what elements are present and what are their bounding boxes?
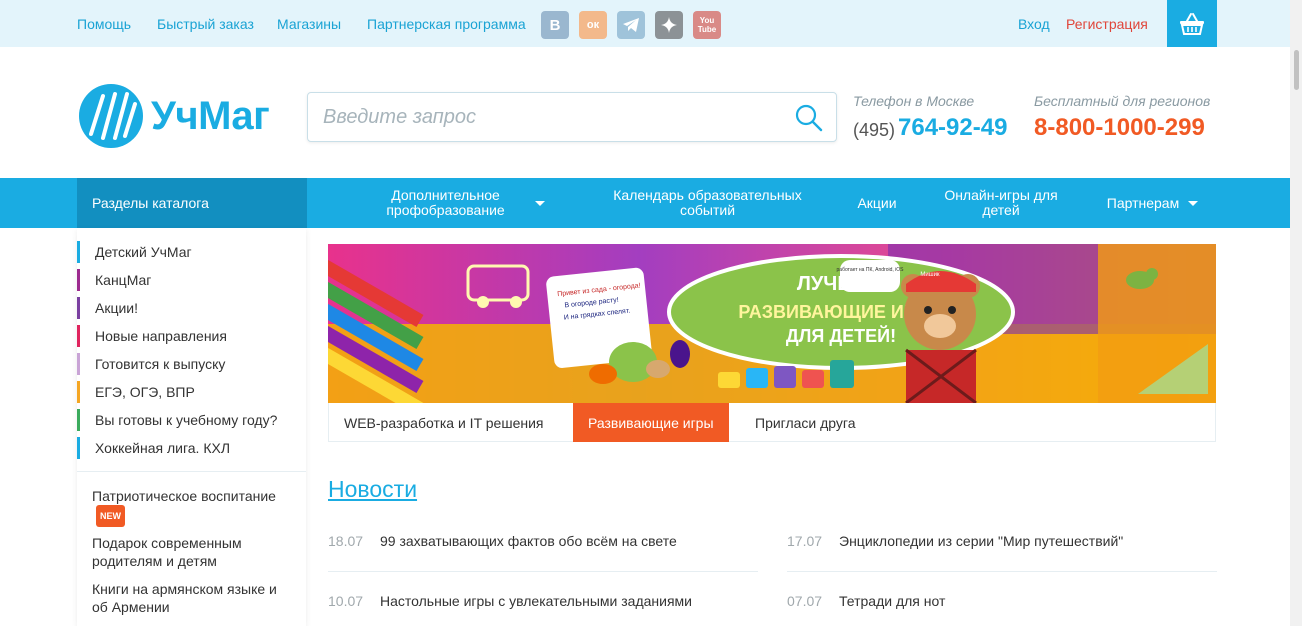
promo-banner[interactable]: Привет из сада - огорода! В огороде раст… — [328, 244, 1216, 403]
chevron-down-icon — [534, 200, 545, 206]
nav-item-label: Дополнительное профобразование — [386, 187, 505, 218]
news-text[interactable]: 99 захватывающих фактов обо всём на свет… — [380, 533, 677, 549]
help-link[interactable]: Помощь — [77, 16, 131, 32]
sidebar-divider — [77, 471, 306, 472]
sidebar-item-patriotic[interactable]: Патриотическое воспитаниеNEW — [92, 487, 292, 527]
youtube-icon[interactable]: You Tube — [693, 11, 721, 39]
sidebar-item-kids[interactable]: Детский УчМаг — [77, 241, 306, 263]
nav-item-label: Календарь образовательных событий — [613, 187, 802, 218]
odnoklassniki-icon[interactable]: ок — [579, 11, 607, 39]
bear-cap-text: Мишик — [920, 272, 940, 278]
login-link[interactable]: Вход — [1018, 16, 1050, 32]
cart-button[interactable] — [1167, 0, 1217, 47]
sidebar-item-kancmag[interactable]: КанцМаг — [77, 269, 306, 291]
sidebar-item-armenian[interactable]: Книги на армянском языке и об Армении — [92, 580, 292, 616]
news-divider — [787, 571, 1217, 572]
news-text[interactable]: Тетради для нот — [839, 593, 945, 609]
sidebar-item-school-year[interactable]: Вы готовы к учебному году? — [77, 409, 306, 431]
news-text[interactable]: Энциклопедии из серии "Мир путешествий" — [839, 533, 1123, 549]
site-logo[interactable]: УчМаг — [77, 82, 270, 150]
stores-link[interactable]: Магазины — [277, 16, 341, 32]
sidebar-item-promotions[interactable]: Акции! — [77, 297, 306, 319]
sidebar-item-khl[interactable]: Хоккейная лига. КХЛ — [77, 437, 306, 459]
nav-item-partners[interactable]: Партнерам — [1095, 178, 1210, 228]
tab-educational-games[interactable]: Развивающие игры — [573, 403, 729, 442]
moscow-phone-label: Телефон в Москве — [853, 93, 975, 109]
telegram-icon[interactable] — [617, 11, 645, 39]
catalog-sidebar: Детский УчМаг КанцМаг Акции! Новые напра… — [77, 228, 306, 626]
nav-item-calendar[interactable]: Календарь образовательных событий — [595, 178, 820, 228]
scrollbar-thumb[interactable] — [1294, 50, 1299, 90]
nav-item-label: Партнерам — [1106, 194, 1180, 211]
search-icon[interactable] — [794, 103, 824, 133]
tab-web-development[interactable]: WEB-разработка и IT решения — [329, 403, 559, 442]
moscow-phone-code: (495) — [853, 120, 896, 140]
nav-item-promotions[interactable]: Акции — [845, 178, 909, 228]
new-badge: NEW — [96, 505, 125, 527]
sidebar-item-gift[interactable]: Подарок современным родителям и детям — [92, 534, 292, 570]
search-box[interactable]: Введите запрос — [307, 92, 837, 142]
banner-headline-3: ДЛЯ ДЕТЕЙ! — [786, 325, 896, 346]
nav-item-online-games[interactable]: Онлайн-игры для детей — [930, 178, 1072, 228]
page-scrollbar[interactable] — [1290, 0, 1302, 626]
sidebar-item-label: Патриотическое воспитание — [92, 488, 276, 504]
catalog-sections-button[interactable]: Разделы каталога — [77, 178, 307, 228]
nav-item-label: Онлайн-игры для детей — [944, 187, 1058, 218]
logo-text: УчМаг — [151, 93, 270, 138]
basket-icon — [1180, 12, 1204, 35]
logo-icon — [79, 84, 143, 148]
chevron-down-icon — [1188, 200, 1199, 206]
search-input[interactable]: Введите запрос — [323, 106, 476, 129]
news-date: 10.07 — [328, 593, 364, 609]
news-item[interactable]: 07.07 Тетради для нот — [787, 593, 1217, 623]
sidebar-item-exams[interactable]: ЕГЭ, ОГЭ, ВПР — [77, 381, 306, 403]
sidebar-item-new-directions[interactable]: Новые направления — [77, 325, 306, 347]
quick-order-link[interactable]: Быстрый заказ — [157, 16, 254, 32]
news-date: 17.07 — [787, 533, 823, 549]
news-item[interactable]: 17.07 Энциклопедии из серии "Мир путешес… — [787, 533, 1217, 563]
news-text[interactable]: Настольные игры с увлекательными задания… — [380, 593, 692, 609]
regions-phone-label: Бесплатный для регионов — [1034, 93, 1211, 109]
vk-icon[interactable]: В — [541, 11, 569, 39]
top-bar: Помощь Быстрый заказ Магазины Партнерска… — [0, 0, 1302, 47]
news-item[interactable]: 18.07 99 захватывающих фактов обо всём н… — [328, 533, 758, 563]
banner-platforms: работает на ПК, Android, iOS — [837, 267, 905, 273]
news-title[interactable]: Новости — [328, 476, 417, 503]
register-link[interactable]: Регистрация — [1066, 16, 1148, 32]
nav-item-label: Акции — [857, 194, 897, 211]
news-date: 18.07 — [328, 533, 364, 549]
banner-tabs: WEB-разработка и IT решения Развивающие … — [328, 403, 1216, 442]
news-divider — [328, 571, 758, 572]
news-item[interactable]: 10.07 Настольные игры с увлекательными з… — [328, 593, 758, 623]
moscow-phone-number[interactable]: 764-92-49 — [898, 114, 1007, 142]
tab-invite-friend[interactable]: Пригласи друга — [740, 403, 871, 442]
banner-illustration: Привет из сада - огорода! В огороде раст… — [328, 244, 1216, 403]
sidebar-item-coming-soon[interactable]: Готовится к выпуску — [77, 353, 306, 375]
partner-program-link[interactable]: Партнерская программа — [367, 16, 526, 32]
nav-item-professional-education[interactable]: Дополнительное профобразование — [345, 178, 565, 228]
regions-phone-number[interactable]: 8-800-1000-299 — [1034, 114, 1205, 142]
news-date: 07.07 — [787, 593, 823, 609]
star-icon[interactable] — [655, 11, 683, 39]
